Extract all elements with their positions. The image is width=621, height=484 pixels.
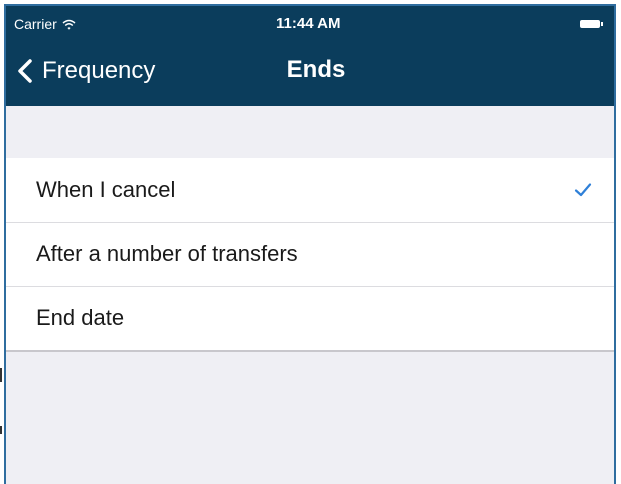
- wifi-icon: [62, 18, 76, 30]
- carrier-indicator: Carrier: [14, 16, 76, 32]
- navigation-bar: Carrier 11:44 AM Frequency Ends: [6, 6, 614, 106]
- page-title-text: Ends: [286, 56, 346, 83]
- option-label: When I cancel: [36, 177, 176, 202]
- edge-artifact: [0, 426, 2, 434]
- carrier-label: Carrier: [14, 16, 57, 32]
- chevron-left-icon: [16, 58, 34, 84]
- option-label: End date: [36, 305, 125, 330]
- option-after-number-of-transfers[interactable]: After a number of transfers: [6, 222, 614, 286]
- status-bar: Carrier 11:44 AM: [6, 6, 614, 42]
- status-time: 11:44 AM: [276, 15, 341, 32]
- battery-icon: [580, 19, 604, 29]
- back-button[interactable]: Frequency: [16, 54, 155, 88]
- battery-level: [580, 20, 600, 28]
- option-when-i-cancel[interactable]: When I cancel: [6, 158, 614, 222]
- checkmark-icon: [574, 182, 592, 198]
- option-label: After a number of transfers: [36, 241, 298, 266]
- option-end-date[interactable]: End date: [6, 286, 614, 350]
- app-window: Carrier 11:44 AM Frequency Ends When I c…: [4, 4, 616, 484]
- battery-tip: [601, 22, 603, 26]
- back-button-label: Frequency: [42, 57, 156, 84]
- edge-artifact: [0, 368, 2, 382]
- ends-options-list: When I cancel After a number of transfer…: [6, 158, 614, 352]
